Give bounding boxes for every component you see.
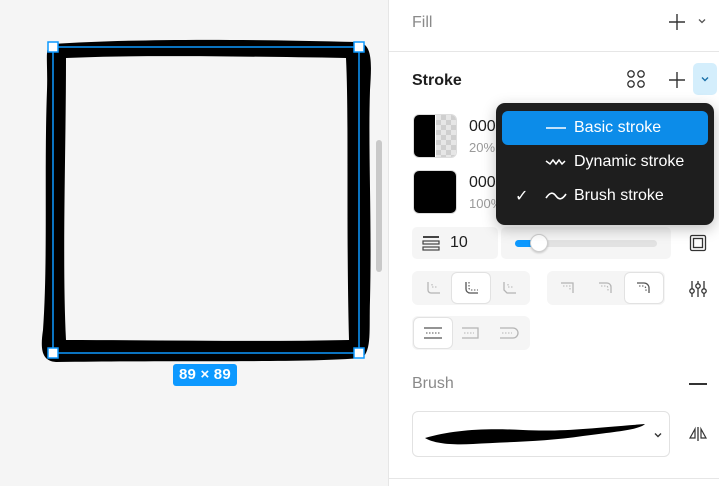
stroke-type-menu: Basic stroke Dynamic stroke ✓ Brush stro… — [496, 103, 714, 225]
stroke-paint-hex-2[interactable]: 000 — [469, 174, 496, 192]
menu-item-label: Basic stroke — [574, 119, 662, 136]
app-root: 89 × 89 Fill Stroke 000 20% 000 100% 10 … — [0, 0, 719, 486]
brush-section-title: Brush — [412, 375, 454, 392]
adjust-sliders-icon — [689, 281, 707, 297]
dimension-badge: 89 × 89 — [173, 364, 237, 386]
plus-icon — [669, 14, 685, 30]
menu-item-basic-stroke[interactable]: Basic stroke — [502, 111, 708, 145]
brush-stroke-shape — [41, 39, 371, 362]
chevron-down-icon — [701, 77, 709, 82]
canvas-artwork — [41, 39, 371, 362]
stroke-join-group — [412, 271, 530, 305]
chevron-down-icon — [654, 433, 662, 438]
end-round-icon — [500, 327, 519, 339]
menu-item-dynamic-stroke[interactable]: Dynamic stroke — [502, 145, 708, 179]
wavy-line-icon — [544, 145, 570, 179]
stroke-weight-slider[interactable] — [501, 227, 671, 259]
stroke-end-group — [412, 316, 530, 350]
cap-round-icon — [637, 282, 650, 293]
stroke-paint-swatch-2[interactable] — [413, 170, 457, 214]
fill-section-title: Fill — [412, 14, 433, 31]
cap-square-icon — [599, 282, 612, 293]
resize-handle-top-right — [353, 41, 365, 53]
join-option-bevel[interactable] — [490, 273, 528, 303]
transparency-checker — [436, 115, 456, 157]
stroke-styles-button[interactable] — [625, 68, 647, 90]
cap-none-icon — [561, 282, 574, 293]
menu-item-label: Dynamic stroke — [574, 153, 685, 170]
selection-box — [52, 46, 360, 354]
stroke-position-icon — [689, 234, 707, 252]
miter-join-icon — [427, 282, 440, 294]
slider-track — [515, 234, 657, 252]
stroke-position-button[interactable] — [687, 234, 709, 252]
design-canvas[interactable]: 89 × 89 — [0, 0, 388, 486]
four-dots-icon — [627, 70, 645, 88]
flip-horizontal-icon — [688, 426, 708, 441]
menu-item-label: Brush stroke — [574, 187, 664, 204]
end-option-square[interactable] — [452, 318, 490, 348]
canvas-scrollbar[interactable] — [376, 140, 382, 272]
brush-preset-select[interactable] — [412, 411, 670, 457]
join-option-miter[interactable] — [414, 273, 452, 303]
cap-option-none[interactable] — [549, 273, 587, 303]
section-divider — [389, 51, 719, 52]
cap-option-square[interactable] — [587, 273, 625, 303]
stroke-weight-icon — [422, 236, 440, 251]
properties-panel: Fill Stroke 000 20% 000 100% 10 Brush — [388, 0, 719, 486]
slider-thumb[interactable] — [530, 234, 549, 252]
cap-option-round[interactable] — [625, 273, 663, 303]
chevron-down-icon — [698, 19, 706, 24]
end-option-round[interactable] — [490, 318, 528, 348]
stroke-weight-value: 10 — [450, 234, 468, 251]
plus-icon — [669, 72, 685, 88]
round-join-icon — [465, 282, 478, 294]
bevel-join-icon — [503, 282, 516, 294]
section-divider — [389, 478, 719, 479]
stroke-paint-swatch-1[interactable] — [413, 114, 457, 158]
join-option-round[interactable] — [452, 273, 490, 303]
stroke-settings-button[interactable] — [687, 278, 709, 300]
remove-brush-button[interactable] — [689, 383, 707, 385]
stroke-paint-opacity-1[interactable]: 20% — [469, 140, 495, 155]
add-stroke-button[interactable] — [665, 68, 689, 92]
stroke-cap-group — [547, 271, 665, 305]
checkmark-icon: ✓ — [515, 188, 529, 205]
add-fill-button[interactable] — [665, 10, 689, 34]
stroke-section-title: Stroke — [412, 72, 462, 89]
menu-item-brush-stroke[interactable]: ✓ Brush stroke — [502, 179, 708, 213]
resize-handle-top-left — [47, 41, 59, 53]
brush-preview-stroke — [425, 424, 645, 445]
fill-expand-button[interactable] — [695, 14, 709, 28]
stroke-paint-hex-1[interactable]: 000 — [469, 118, 496, 136]
end-butt-icon — [424, 327, 442, 339]
end-square-icon — [462, 327, 479, 339]
straight-line-icon — [544, 111, 570, 145]
stroke-weight-field[interactable]: 10 — [412, 227, 498, 259]
resize-handle-bottom-right — [353, 347, 365, 359]
stroke-type-dropdown-button[interactable] — [693, 63, 717, 95]
brush-wave-icon — [544, 179, 570, 213]
resize-handle-bottom-left — [47, 347, 59, 359]
end-option-butt[interactable] — [414, 318, 452, 348]
flip-brush-button[interactable] — [687, 424, 709, 444]
